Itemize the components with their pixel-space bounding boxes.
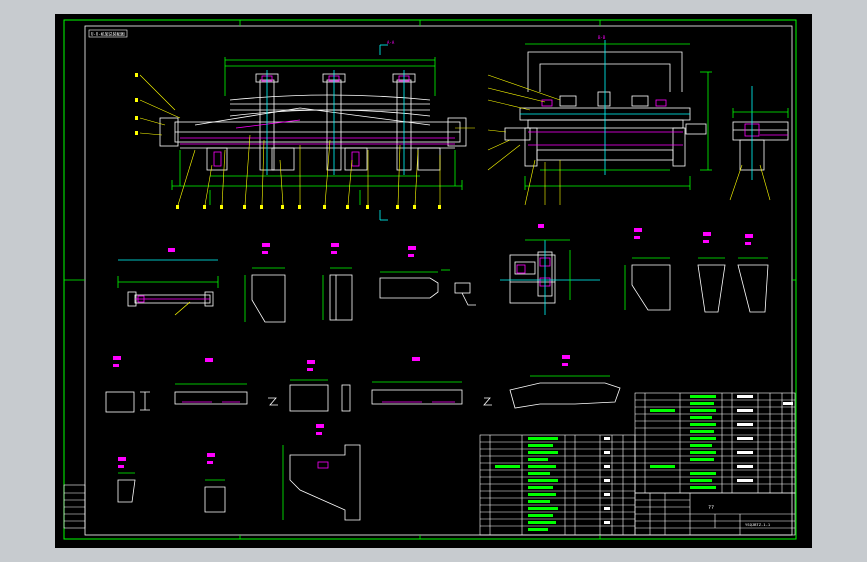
section-label-a: A-A	[387, 40, 395, 45]
title-block-main: ??	[708, 505, 714, 511]
drawing-title-text: U-U-机架总装配图	[91, 31, 125, 37]
cad-drawing-sheet: U-U-机架总装配图 A-A B-B ?? YSQJBTZ-1-1	[0, 0, 867, 562]
title-block-code: YSQJBTZ-1-1	[745, 522, 771, 527]
drawing-title-tag: U-U-机架总装配图	[88, 29, 128, 38]
drawing-canvas	[55, 14, 812, 548]
section-label-b: B-B	[598, 35, 606, 40]
